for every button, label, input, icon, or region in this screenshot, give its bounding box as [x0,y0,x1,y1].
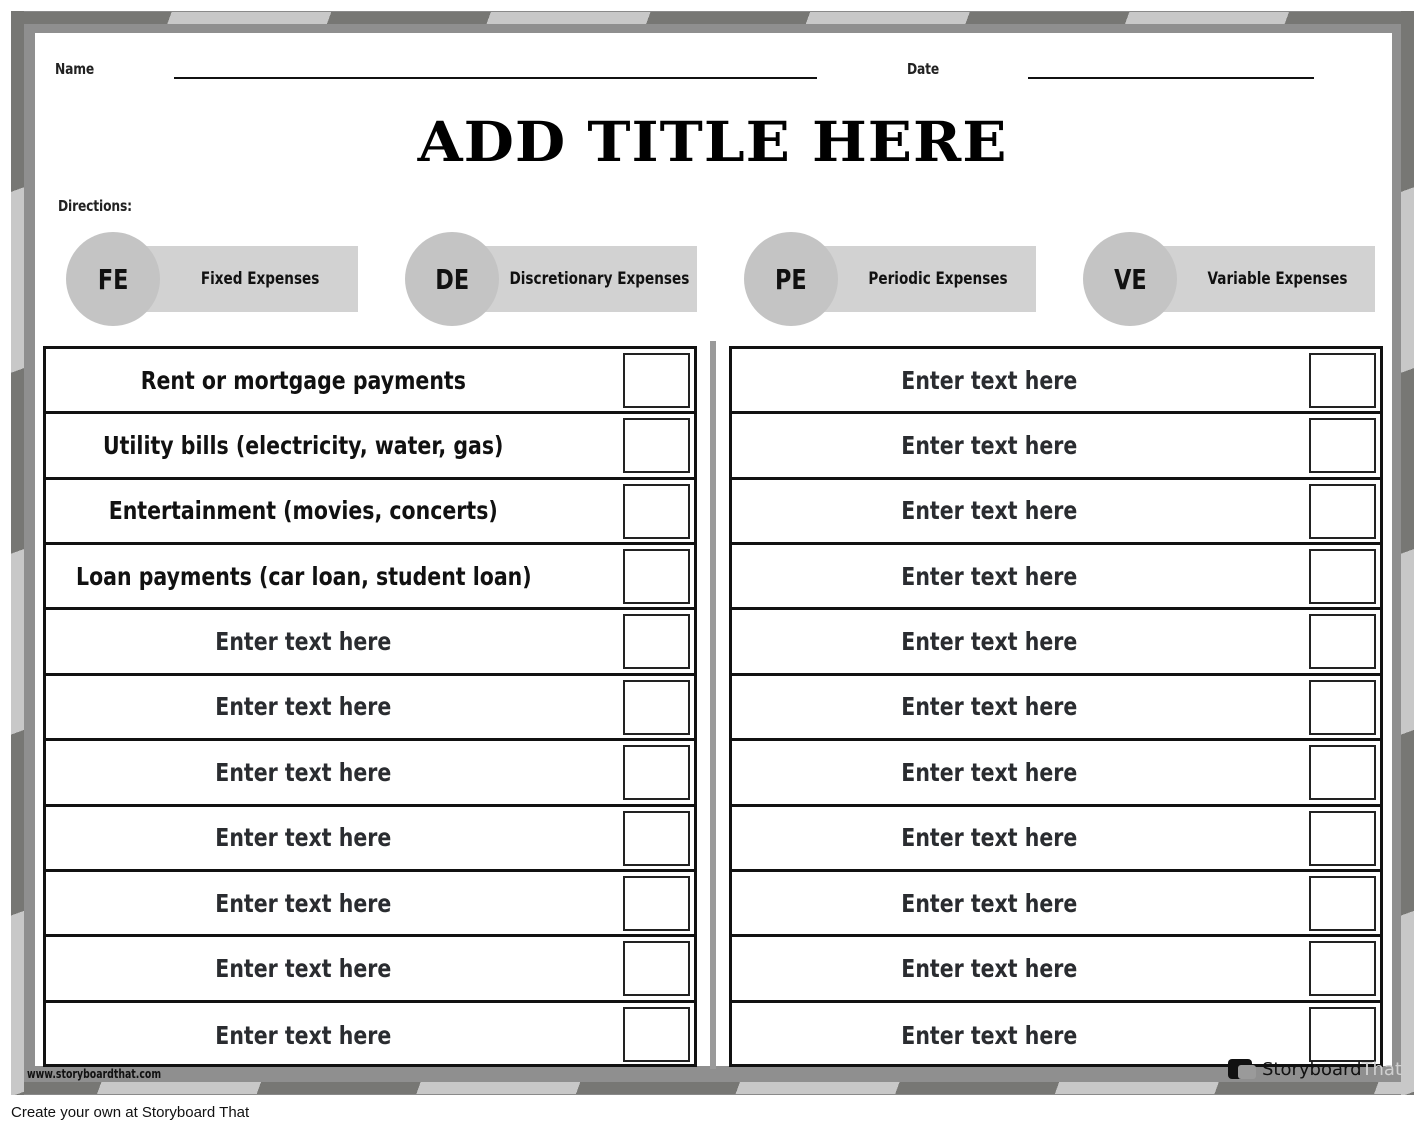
name-input-line[interactable] [174,77,817,79]
category-answer-box[interactable] [1309,353,1376,408]
category-answer-box[interactable] [623,418,690,474]
category-answer-box[interactable] [623,549,690,605]
expense-text-cell[interactable]: Utility bills (electricity, water, gas) [46,414,561,476]
legend-abbr: DE [435,262,469,296]
category-answer-box[interactable] [1309,1006,1376,1062]
category-answer-box[interactable] [623,483,690,539]
table-row: Enter text here [732,610,1380,676]
category-answer-box[interactable] [623,353,690,408]
category-answer-box[interactable] [1309,810,1376,866]
legend-circle: PE [744,232,838,326]
expense-text-cell[interactable]: Loan payments (car loan, student loan) [46,545,561,607]
category-answer-box[interactable] [1309,745,1376,801]
category-answer-box[interactable] [623,679,690,735]
legend-name: Fixed Expenses [200,269,320,289]
legend-abbr: FE [97,262,129,296]
expense-text-cell[interactable]: Enter text here [46,676,561,738]
legend-abbr: PE [775,262,807,296]
footer-link[interactable]: Create your own at Storyboard That [11,1104,249,1121]
date-label: Date [907,60,940,78]
table-row: Enter text here [46,610,694,676]
expense-text-cell[interactable]: Enter text here [732,676,1247,738]
category-answer-box[interactable] [1309,483,1376,539]
table-row: Enter text here [46,937,694,1003]
category-answer-box[interactable] [623,1006,690,1062]
legend-abbr: VE [1113,262,1147,296]
brand-word-that: That [1361,1058,1403,1080]
category-answer-box[interactable] [623,810,690,866]
legend-circle: DE [405,232,499,326]
table-row: Utility bills (electricity, water, gas) [46,414,694,480]
legend-periodic-expenses: PE Periodic Expenses [744,232,1036,326]
left-expense-table: Rent or mortgage payments Utility bills (… [43,346,697,1067]
table-row: Enter text here [732,480,1380,546]
category-answer-box[interactable] [623,745,690,801]
table-row: Enter text here [732,545,1380,611]
expense-text-cell[interactable]: Enter text here [46,937,561,999]
legend-variable-expenses: VE Variable Expenses [1083,232,1375,326]
table-row: Enter text here [46,741,694,807]
table-row: Rent or mortgage payments [46,349,694,415]
table-row: Enter text here [46,807,694,872]
legend-circle: VE [1083,232,1177,326]
expense-text-cell[interactable]: Enter text here [732,872,1247,934]
category-answer-box[interactable] [1309,549,1376,605]
category-answer-box[interactable] [1309,418,1376,474]
legend-circle: FE [66,232,160,326]
expense-text-cell[interactable]: Enter text here [732,1003,1247,1068]
column-divider [710,341,716,1069]
table-row: Loan payments (car loan, student loan) [46,545,694,611]
expense-text-cell[interactable]: Enter text here [732,545,1247,607]
table-row: Enter text here [732,414,1380,480]
table-row: Enter text here [46,872,694,938]
expense-text-cell[interactable]: Enter text here [46,872,561,934]
table-row: Enter text here [732,872,1380,938]
brand-word-storyboard: Storyboard [1262,1058,1362,1080]
category-answer-box[interactable] [1309,679,1376,735]
expense-text-cell[interactable]: Rent or mortgage payments [46,349,561,411]
table-row: Enter text here [732,937,1380,1003]
legend-discretionary-expenses: DE Discretionary Expenses [405,232,697,326]
right-expense-table: Enter text here Enter text here Enter text… [729,346,1383,1067]
storyboardthat-logo: Storyboard That [1228,1056,1402,1082]
category-answer-box[interactable] [1309,875,1376,931]
category-answer-box[interactable] [1309,614,1376,670]
name-label: Name [55,60,95,78]
expense-text-cell[interactable]: Enter text here [732,610,1247,672]
expense-text-cell[interactable]: Enter text here [732,480,1247,542]
table-row: Enter text here [732,741,1380,807]
date-input-line[interactable] [1028,77,1314,79]
category-answer-box[interactable] [623,941,690,997]
expense-text-cell[interactable]: Enter text here [46,741,561,803]
table-row: Enter text here [732,676,1380,742]
expense-text-cell[interactable]: Entertainment (movies, concerts) [46,480,561,542]
expense-text-cell[interactable]: Enter text here [732,807,1247,869]
table-row: Enter text here [46,1003,694,1068]
table-row: Entertainment (movies, concerts) [46,480,694,546]
table-row: Enter text here [46,676,694,742]
expense-text-cell[interactable]: Enter text here [732,414,1247,476]
expense-text-cell[interactable]: Enter text here [732,741,1247,803]
legend-name: Periodic Expenses [868,269,1008,289]
table-row: Enter text here [732,349,1380,415]
category-answer-box[interactable] [623,614,690,670]
expense-text-cell[interactable]: Enter text here [732,937,1247,999]
expense-text-cell[interactable]: Enter text here [46,610,561,672]
category-answer-box[interactable] [1309,941,1376,997]
legend-name: Discretionary Expenses [509,269,689,289]
legend-name: Variable Expenses [1206,269,1347,289]
table-row: Enter text here [732,807,1380,872]
legend-fixed-expenses: FE Fixed Expenses [66,232,358,326]
expense-text-cell[interactable]: Enter text here [732,349,1247,411]
worksheet-title[interactable]: ADD TITLE HERE [0,110,1425,175]
category-answer-box[interactable] [623,875,690,931]
expense-text-cell[interactable]: Enter text here [46,807,561,869]
speech-bubble-icon [1228,1059,1256,1079]
watermark-url: www.storyboardthat.com [27,1067,162,1081]
directions-label: Directions: [58,197,132,215]
expense-text-cell[interactable]: Enter text here [46,1003,561,1068]
